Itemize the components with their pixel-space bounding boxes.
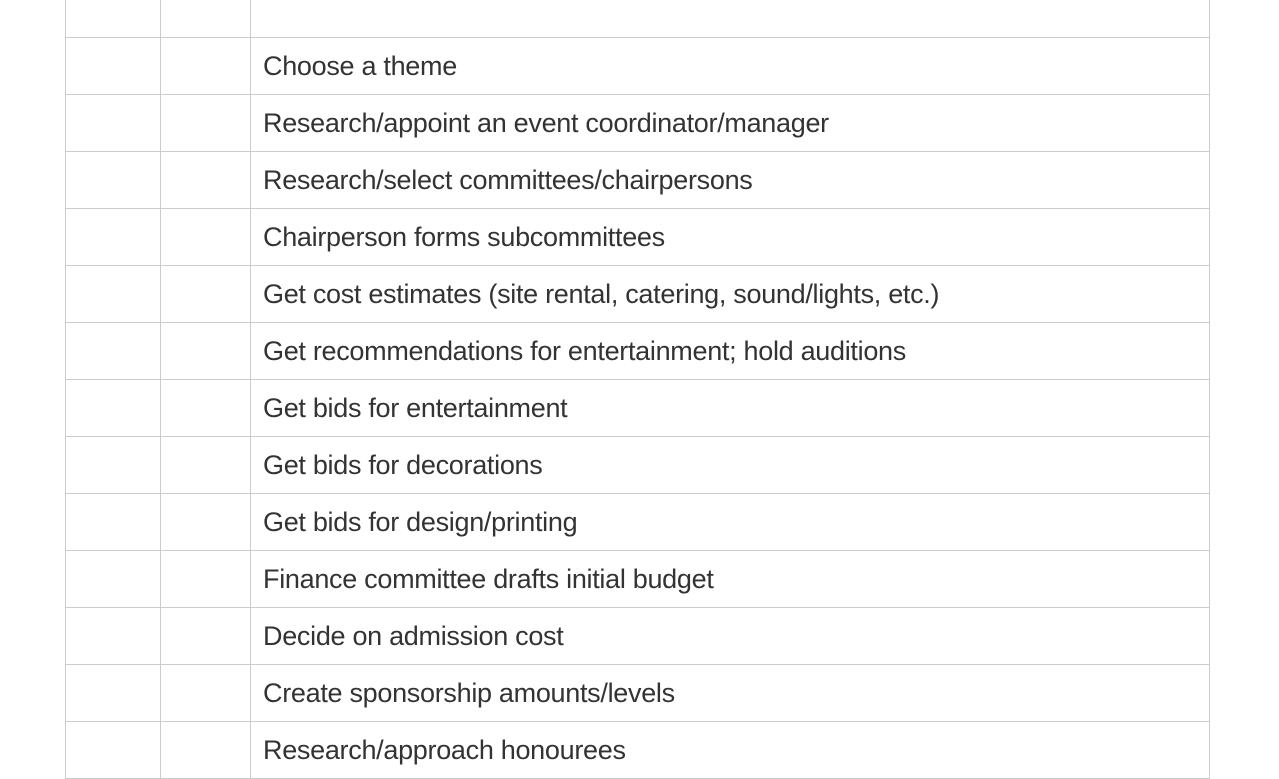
checkbox-cell-1	[66, 0, 161, 38]
checkbox-cell-2	[161, 323, 251, 380]
task-cell: Get bids for design/printing	[251, 494, 1210, 551]
table-row	[66, 0, 1210, 38]
checklist-table-container: Choose a theme Research/appoint an event…	[0, 0, 1279, 700]
task-cell: Create sponsorship amounts/levels	[251, 665, 1210, 722]
checkbox-cell-1	[66, 266, 161, 323]
task-cell: Get recommendations for entertainment; h…	[251, 323, 1210, 380]
task-cell	[251, 0, 1210, 38]
checkbox-cell-1	[66, 323, 161, 380]
checkbox-cell-2	[161, 665, 251, 722]
checkbox-cell-2	[161, 608, 251, 665]
checkbox-cell-1	[66, 437, 161, 494]
table-row: Get bids for entertainment	[66, 380, 1210, 437]
table-row: Decide on admission cost	[66, 608, 1210, 665]
checkbox-cell-1	[66, 608, 161, 665]
checkbox-cell-2	[161, 722, 251, 779]
checkbox-cell-1	[66, 665, 161, 722]
task-cell: Get bids for decorations	[251, 437, 1210, 494]
checklist-table: Choose a theme Research/appoint an event…	[65, 0, 1210, 779]
table-row: Research/approach honourees	[66, 722, 1210, 779]
task-cell: Research/appoint an event coordinator/ma…	[251, 95, 1210, 152]
checkbox-cell-2	[161, 38, 251, 95]
checkbox-cell-1	[66, 494, 161, 551]
checkbox-cell-2	[161, 437, 251, 494]
checkbox-cell-1	[66, 209, 161, 266]
checkbox-cell-1	[66, 551, 161, 608]
table-row: Choose a theme	[66, 38, 1210, 95]
checkbox-cell-2	[161, 95, 251, 152]
table-row: Get bids for design/printing	[66, 494, 1210, 551]
task-cell: Research/approach honourees	[251, 722, 1210, 779]
checkbox-cell-2	[161, 266, 251, 323]
task-cell: Get bids for entertainment	[251, 380, 1210, 437]
checkbox-cell-2	[161, 209, 251, 266]
table-row: Finance committee drafts initial budget	[66, 551, 1210, 608]
task-cell: Choose a theme	[251, 38, 1210, 95]
table-row: Research/select committees/chairpersons	[66, 152, 1210, 209]
checkbox-cell-1	[66, 380, 161, 437]
checkbox-cell-2	[161, 0, 251, 38]
checkbox-cell-2	[161, 380, 251, 437]
checkbox-cell-1	[66, 152, 161, 209]
checkbox-cell-1	[66, 38, 161, 95]
task-cell: Finance committee drafts initial budget	[251, 551, 1210, 608]
table-row: Chairperson forms subcommittees	[66, 209, 1210, 266]
checklist-tbody: Choose a theme Research/appoint an event…	[66, 0, 1210, 779]
task-cell: Decide on admission cost	[251, 608, 1210, 665]
checkbox-cell-1	[66, 95, 161, 152]
checkbox-cell-2	[161, 494, 251, 551]
checkbox-cell-2	[161, 152, 251, 209]
table-row: Research/appoint an event coordinator/ma…	[66, 95, 1210, 152]
table-row: Get bids for decorations	[66, 437, 1210, 494]
checkbox-cell-1	[66, 722, 161, 779]
table-row: Get cost estimates (site rental, caterin…	[66, 266, 1210, 323]
table-row: Create sponsorship amounts/levels	[66, 665, 1210, 722]
task-cell: Get cost estimates (site rental, caterin…	[251, 266, 1210, 323]
checkbox-cell-2	[161, 551, 251, 608]
table-row: Get recommendations for entertainment; h…	[66, 323, 1210, 380]
task-cell: Chairperson forms subcommittees	[251, 209, 1210, 266]
task-cell: Research/select committees/chairpersons	[251, 152, 1210, 209]
